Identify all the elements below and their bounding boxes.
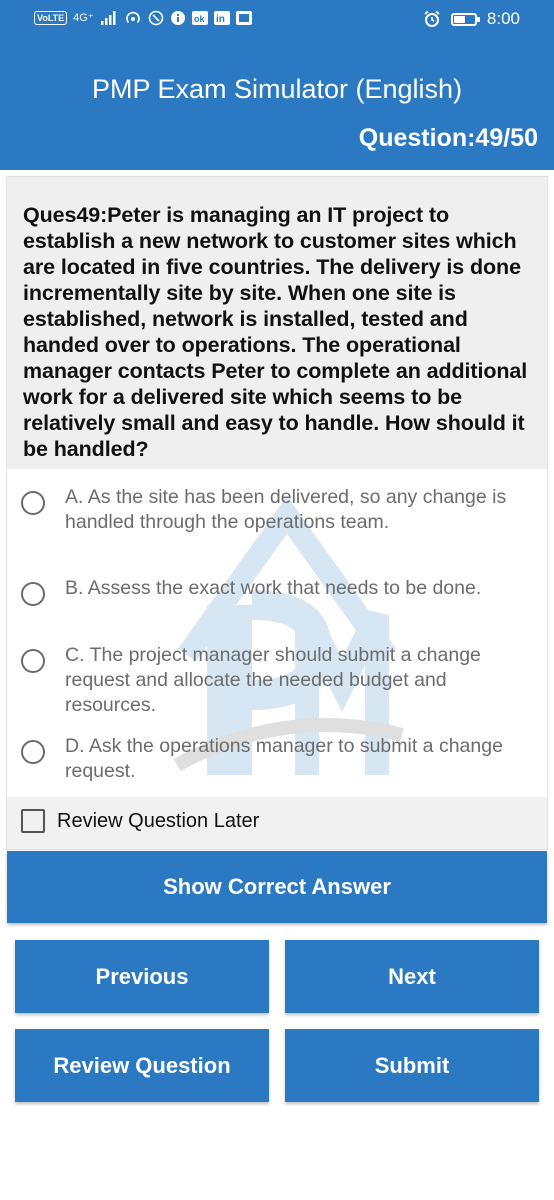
next-button[interactable]: Next [285, 940, 539, 1013]
battery-icon [450, 12, 480, 26]
network-type: 4G⁺ [73, 12, 94, 24]
svg-text:in: in [216, 14, 225, 25]
option-a[interactable]: A. As the site has been delivered, so an… [17, 485, 537, 535]
option-b[interactable]: B. Assess the exact work that needs to b… [17, 576, 537, 606]
volte-icon: VoLTE [34, 11, 68, 25]
option-label: C. The project manager should submit a c… [65, 644, 481, 716]
status-icons-right: 8:00 [423, 9, 520, 29]
option-label: A. As the site has been delivered, so an… [65, 486, 507, 533]
option-label: B. Assess the exact work that needs to b… [65, 577, 482, 599]
app-header: VoLTE 4G⁺ ok in 8:00 PMP Exam Simulator … [0, 0, 554, 170]
radio-button[interactable] [21, 649, 45, 673]
battery-level [453, 15, 465, 23]
hotspot-icon [125, 11, 140, 24]
question-text: Ques49:Peter is managing an IT project t… [23, 203, 528, 461]
signal-icon [100, 11, 116, 25]
linkedin-icon: in [213, 11, 230, 25]
option-label: D. Ask the operations manager to submit … [65, 735, 503, 782]
question-box: Ques49:Peter is managing an IT project t… [7, 177, 547, 469]
alarm-icon [424, 10, 440, 27]
vk-icon: ok [191, 11, 208, 25]
option-d[interactable]: D. Ask the operations manager to submit … [17, 734, 537, 784]
review-later-checkbox[interactable] [21, 809, 45, 833]
status-bar: VoLTE 4G⁺ ok in 8:00 [0, 0, 554, 40]
radio-button[interactable] [21, 491, 45, 515]
status-icons-left: VoLTE 4G⁺ ok in [34, 10, 252, 26]
question-card: Ques49:Peter is managing an IT project t… [6, 176, 548, 850]
option-c[interactable]: C. The project manager should submit a c… [17, 643, 537, 718]
question-counter: Question:49/50 [358, 124, 538, 152]
nfc-icon [148, 10, 163, 26]
radio-button[interactable] [21, 582, 45, 606]
review-later-label: Review Question Later [57, 810, 260, 832]
show-correct-answer-button[interactable]: Show Correct Answer [7, 851, 547, 923]
clock: 8:00 [486, 9, 520, 28]
info-icon [170, 11, 185, 25]
svg-text:ok: ok [194, 14, 205, 24]
review-later-row[interactable]: Review Question Later [7, 797, 547, 849]
review-question-button[interactable]: Review Question [15, 1029, 269, 1102]
app-title: PMP Exam Simulator (English) [91, 74, 463, 104]
previous-button[interactable]: Previous [15, 940, 269, 1013]
submit-button[interactable]: Submit [285, 1029, 539, 1102]
outlook-icon [235, 11, 252, 25]
radio-button[interactable] [21, 740, 45, 764]
